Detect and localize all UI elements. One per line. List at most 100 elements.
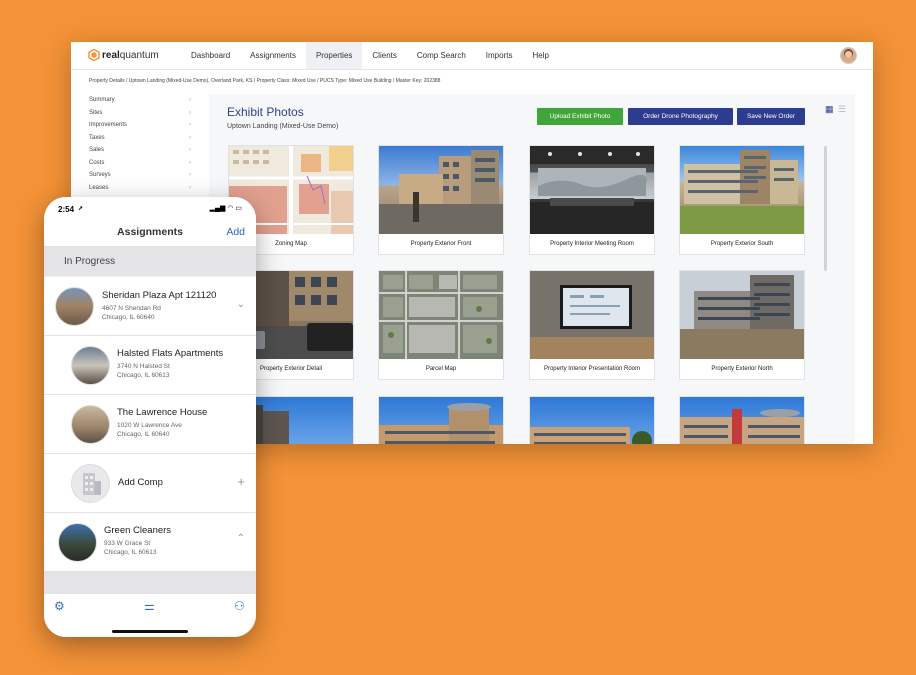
- exterior-front-image: [379, 146, 503, 234]
- property-address: 4607 N Sheridan RdChicago, IL 60640: [102, 305, 161, 322]
- photo-card[interactable]: [529, 396, 655, 444]
- section-header: In Progress: [44, 247, 256, 276]
- grid-view-icon[interactable]: ▦: [825, 104, 836, 115]
- sidebar-item-label: Surveys: [89, 172, 111, 178]
- sidebar: Summary › Sites › Improvements› Taxes › Sal…: [89, 94, 191, 194]
- assignment-row[interactable]: Green Cleaners 933 W Grace StChicago, IL…: [44, 513, 256, 572]
- interior-presentation-room-image: [530, 271, 654, 359]
- address-line-2: Chicago, IL 60613: [104, 549, 157, 558]
- property-name: Halsted Flats Apartments: [117, 348, 223, 359]
- phone-app: 2:54 ➚ ▂▄▆ ◠ ▭ Assignments Add In Progre…: [44, 197, 256, 637]
- sidebar-item-label: Taxes: [89, 135, 105, 141]
- logo[interactable]: realquantum: [88, 49, 159, 61]
- chevron-right-icon: ›: [189, 94, 191, 107]
- comp-row[interactable]: The Lawrence House 1020 W Lawrence AveCh…: [44, 395, 256, 454]
- photo-caption: Property Interior Presentation Room: [530, 359, 654, 379]
- breadcrumb: Property Details / Uptown Landing (Mixed…: [89, 78, 440, 84]
- save-new-order-button[interactable]: Save New Order: [737, 108, 805, 125]
- plus-icon[interactable]: +: [237, 474, 245, 489]
- nav-menu: Dashboard Assignments Properties Clients…: [181, 42, 559, 69]
- sidebar-item-taxes[interactable]: Taxes ›: [89, 132, 191, 145]
- nav-help[interactable]: Help: [522, 42, 558, 69]
- photo-caption: Property Exterior Front: [379, 234, 503, 254]
- scrollbar[interactable]: [824, 146, 827, 271]
- address-line-2: Chicago, IL 60613: [117, 372, 170, 381]
- chevron-right-icon: ›: [189, 107, 191, 120]
- property-address: 933 W Grace StChicago, IL 60613: [104, 540, 157, 557]
- assignment-row[interactable]: Sheridan Plaza Apt 121120 4607 N Sherida…: [44, 277, 256, 336]
- list-view-icon[interactable]: ☰: [838, 104, 846, 115]
- photo-card-interior-meeting-room[interactable]: Property Interior Meeting Room: [529, 145, 655, 255]
- address-line-1: 4607 N Sheridan Rd: [102, 305, 161, 314]
- profile-user-icon[interactable]: ⚇: [234, 599, 245, 613]
- photo-card-exterior-front[interactable]: Property Exterior Front: [378, 145, 504, 255]
- photo-card[interactable]: [378, 396, 504, 444]
- add-comp-row[interactable]: Add Comp +: [44, 454, 256, 513]
- sidebar-item-label: Summary: [89, 97, 115, 103]
- add-comp-label: Add Comp: [118, 477, 163, 488]
- user-avatar[interactable]: [840, 47, 857, 64]
- property-thumbnail: [55, 287, 94, 326]
- home-indicator: [112, 630, 188, 633]
- exterior-photo-image: [379, 397, 503, 444]
- photo-card[interactable]: [679, 396, 805, 444]
- order-drone-photography-button[interactable]: Order Drone Photography: [628, 108, 733, 125]
- chevron-down-icon[interactable]: ⌄: [237, 299, 245, 310]
- property-name: Sheridan Plaza Apt 121120: [102, 290, 216, 301]
- sidebar-item-leases[interactable]: Leases ›: [89, 182, 191, 195]
- address-line-1: 1020 W Lawrence Ave: [117, 422, 182, 431]
- property-name: Green Cleaners: [104, 525, 171, 536]
- nav-assignments[interactable]: Assignments: [240, 42, 306, 69]
- sidebar-item-label: Leases: [89, 185, 108, 191]
- nav-dashboard[interactable]: Dashboard: [181, 42, 240, 69]
- sidebar-item-improvements[interactable]: Improvements›: [89, 119, 191, 132]
- address-line-2: Chicago, IL 60640: [102, 314, 161, 323]
- screen-title: Assignments: [44, 226, 256, 238]
- list-footer: [44, 572, 256, 594]
- sidebar-item-summary[interactable]: Summary ›: [89, 94, 191, 107]
- sidebar-item-label: Sales: [89, 147, 104, 153]
- chevron-right-icon: ›: [189, 144, 191, 157]
- address-line-1: 3740 N Halsted St: [117, 363, 170, 372]
- add-button[interactable]: Add: [226, 226, 245, 238]
- interior-meeting-room-image: [530, 146, 654, 234]
- status-bar: 2:54 ➚ ▂▄▆ ◠ ▭: [44, 197, 256, 221]
- exterior-photo-image: [680, 397, 804, 444]
- sidebar-item-sites[interactable]: Sites ›: [89, 107, 191, 120]
- page-subtitle: Uptown Landing (Mixed-Use Demo): [227, 123, 338, 130]
- comp-row[interactable]: Halsted Flats Apartments 3740 N Halsted …: [44, 336, 256, 395]
- chevron-right-icon: ›: [189, 132, 191, 145]
- nav-comp-search[interactable]: Comp Search: [407, 42, 476, 69]
- chevron-up-icon[interactable]: ⌃: [237, 533, 245, 544]
- exterior-photo-image: [530, 397, 654, 444]
- address-line-2: Chicago, IL 60640: [117, 431, 182, 440]
- chevron-right-icon: ›: [189, 182, 191, 195]
- photo-card-exterior-south[interactable]: Property Exterior South: [679, 145, 805, 255]
- photo-card-exterior-north[interactable]: Property Exterior North: [679, 270, 805, 380]
- app-header: Assignments Add: [44, 221, 256, 247]
- sidebar-item-label: Sites: [89, 110, 102, 116]
- status-time: 2:54: [58, 205, 74, 214]
- photo-card-interior-presentation-room[interactable]: Property Interior Presentation Room: [529, 270, 655, 380]
- property-address: 1020 W Lawrence AveChicago, IL 60640: [117, 422, 182, 439]
- nav-clients[interactable]: Clients: [362, 42, 406, 69]
- logo-text: quantum: [120, 50, 159, 61]
- sidebar-item-surveys[interactable]: Surveys›: [89, 169, 191, 182]
- exterior-north-image: [680, 271, 804, 359]
- top-nav: realquantum Dashboard Assignments Proper…: [71, 42, 873, 70]
- nav-imports[interactable]: Imports: [476, 42, 523, 69]
- settings-gear-icon[interactable]: ⚙: [54, 599, 65, 613]
- sidebar-item-costs[interactable]: Costs›: [89, 157, 191, 170]
- sidebar-item-sales[interactable]: Sales ›: [89, 144, 191, 157]
- filter-sliders-icon[interactable]: ⚌: [144, 599, 155, 613]
- logo-text-bold: real: [102, 50, 120, 61]
- nav-properties[interactable]: Properties: [306, 42, 362, 69]
- exterior-south-image: [680, 146, 804, 234]
- sidebar-item-label: Costs: [89, 160, 104, 166]
- property-name: The Lawrence House: [117, 407, 207, 418]
- exhibit-photos-panel: Exhibit Photos Uptown Landing (Mixed-Use…: [209, 94, 855, 444]
- property-thumbnail: [58, 523, 97, 562]
- photo-card-parcel-map[interactable]: Parcel Map: [378, 270, 504, 380]
- chevron-right-icon: ›: [189, 119, 191, 132]
- upload-exhibit-photo-button[interactable]: Upload Exhibit Photo: [537, 108, 623, 125]
